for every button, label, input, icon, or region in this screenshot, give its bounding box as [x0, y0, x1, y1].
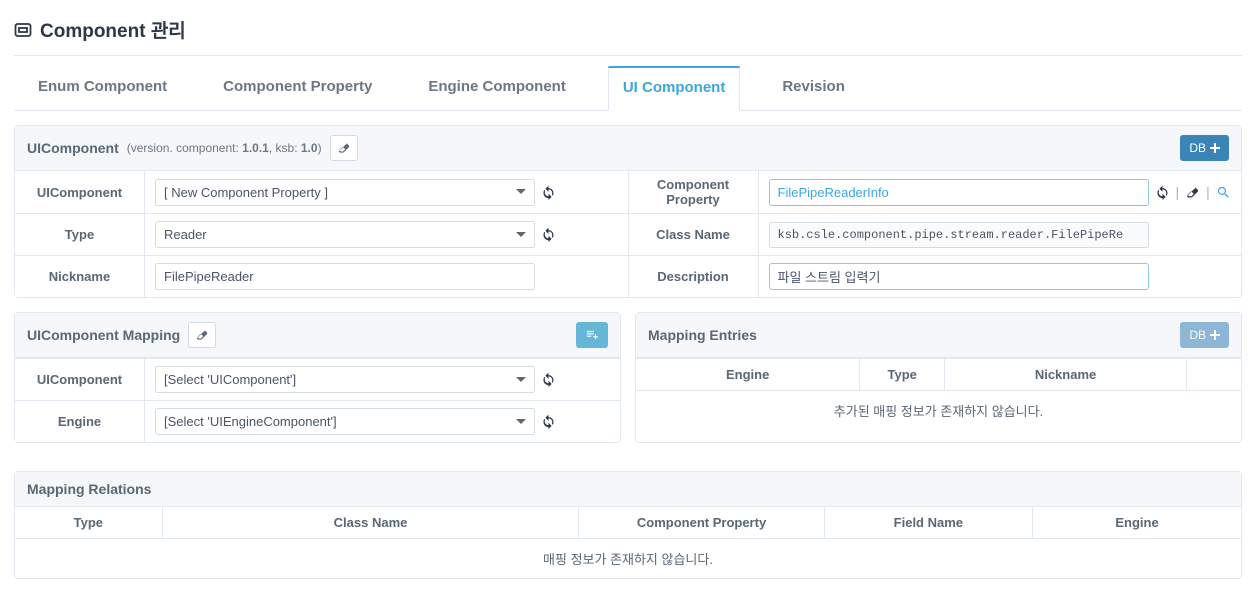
label-component-property: Component Property: [629, 171, 759, 213]
uicomponent-section-header: UIComponent (version. component: 1.0.1, …: [15, 126, 1241, 171]
entries-empty-row: 추가된 매핑 정보가 존재하지 않습니다.: [636, 391, 1241, 431]
eraser-icon: [195, 328, 209, 342]
erase-component-property-button[interactable]: [1185, 185, 1200, 200]
search-icon: [1216, 185, 1231, 200]
relations-col-engine: Engine: [1033, 507, 1241, 539]
component-property-input[interactable]: [769, 179, 1149, 206]
entries-col-type: Type: [860, 359, 945, 391]
tab-enum-component[interactable]: Enum Component: [24, 66, 181, 110]
relations-section: Mapping Relations Type Class Name Compon…: [14, 471, 1242, 579]
label-nickname: Nickname: [15, 256, 145, 297]
label-class-name: Class Name: [629, 214, 759, 255]
relations-col-class-name: Class Name: [162, 507, 579, 539]
refresh-uicomponent-button[interactable]: [541, 185, 556, 200]
relations-section-header: Mapping Relations: [15, 472, 1241, 506]
entries-table: Engine Type Nickname 추가된 매핑 정보가 존재하지 않습니…: [636, 358, 1241, 430]
db-button-label: DB: [1189, 141, 1206, 155]
label-description: Description: [629, 256, 759, 297]
mapping-section-title: UIComponent Mapping: [27, 327, 180, 343]
db-add-button[interactable]: DB: [1180, 135, 1229, 161]
mapping-uicomponent-select[interactable]: [Select 'UIComponent']: [155, 366, 535, 393]
refresh-type-button[interactable]: [541, 227, 556, 242]
uicomponent-section: UIComponent (version. component: 1.0.1, …: [14, 125, 1242, 298]
entries-section-header: Mapping Entries DB: [636, 313, 1241, 358]
refresh-icon: [541, 227, 556, 242]
relations-col-component-property: Component Property: [579, 507, 824, 539]
description-input[interactable]: [769, 263, 1149, 290]
relations-table: Type Class Name Component Property Field…: [15, 506, 1241, 578]
entries-db-add-button[interactable]: DB: [1180, 322, 1229, 348]
uicomponent-select[interactable]: [ New Component Property ]: [155, 179, 535, 206]
entries-db-label: DB: [1189, 328, 1206, 342]
label-type: Type: [15, 214, 145, 255]
tab-ui-component[interactable]: UI Component: [608, 66, 741, 111]
entries-section: Mapping Entries DB Engine Type Nickname: [635, 312, 1242, 443]
tabs: Enum Component Component Property Engine…: [14, 66, 1242, 111]
entries-col-action: [1187, 359, 1241, 391]
type-select[interactable]: Reader: [155, 221, 535, 248]
refresh-icon: [1155, 185, 1170, 200]
label-uicomponent: UIComponent: [15, 171, 145, 213]
uicomponent-section-title: UIComponent: [27, 140, 119, 156]
refresh-icon: [541, 414, 556, 429]
label-mapping-engine: Engine: [15, 401, 145, 442]
eraser-button[interactable]: [330, 135, 358, 161]
mapping-eraser-button[interactable]: [188, 322, 216, 348]
mapping-section-header: UIComponent Mapping: [15, 313, 620, 358]
plus-icon: [1210, 143, 1220, 153]
relations-empty-row: 매핑 정보가 존재하지 않습니다.: [15, 539, 1241, 579]
class-name-input: [769, 222, 1149, 248]
mapping-engine-select[interactable]: [Select 'UIEngineComponent']: [155, 408, 535, 435]
page-header: Component 관리: [14, 10, 1242, 56]
search-component-property-button[interactable]: [1216, 185, 1231, 200]
refresh-icon: [541, 372, 556, 387]
tab-component-property[interactable]: Component Property: [209, 66, 386, 110]
stack-plus-icon: [585, 328, 599, 342]
entries-section-title: Mapping Entries: [648, 327, 757, 343]
refresh-mapping-uicomponent-button[interactable]: [541, 372, 556, 387]
relations-col-field-name: Field Name: [824, 507, 1032, 539]
uicomponent-form: UIComponent [ New Component Property ] T…: [15, 171, 1241, 297]
component-icon: [14, 21, 32, 39]
refresh-icon: [541, 185, 556, 200]
page-title: Component 관리: [40, 16, 186, 43]
plus-icon: [1210, 330, 1220, 340]
entries-col-engine: Engine: [636, 359, 860, 391]
refresh-mapping-engine-button[interactable]: [541, 414, 556, 429]
tab-engine-component[interactable]: Engine Component: [414, 66, 580, 110]
mapping-section: UIComponent Mapping UIComponent [Select …: [14, 312, 621, 443]
tab-revision[interactable]: Revision: [768, 66, 859, 110]
entries-col-nickname: Nickname: [945, 359, 1187, 391]
eraser-icon: [1185, 185, 1200, 200]
label-mapping-uicomponent: UIComponent: [15, 359, 145, 400]
version-info: (version. component: 1.0.1, ksb: 1.0): [127, 141, 322, 155]
nickname-input[interactable]: [155, 263, 535, 290]
relations-section-title: Mapping Relations: [27, 481, 151, 497]
eraser-icon: [337, 141, 351, 155]
refresh-component-property-button[interactable]: [1155, 185, 1170, 200]
relations-col-type: Type: [15, 507, 162, 539]
mapping-add-button[interactable]: [576, 322, 608, 348]
